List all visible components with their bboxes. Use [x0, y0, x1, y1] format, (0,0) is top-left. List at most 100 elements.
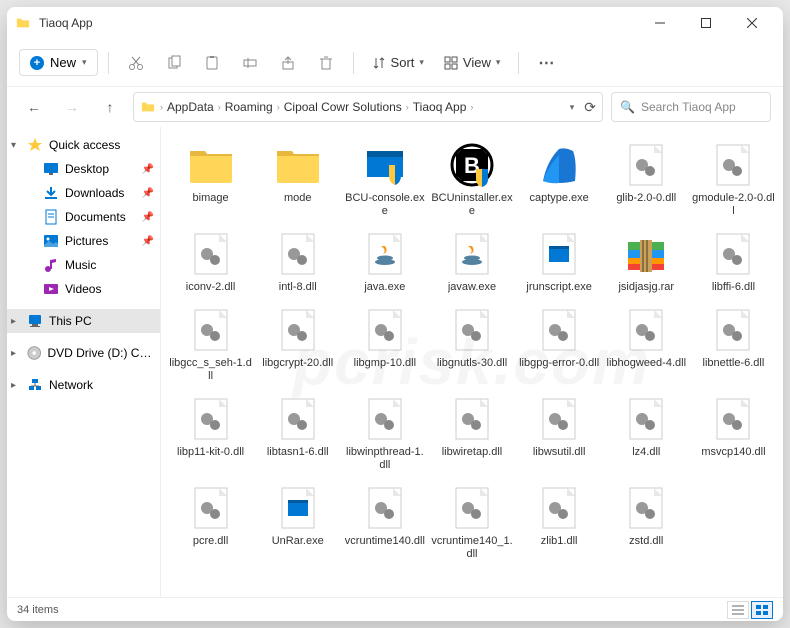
dll-icon — [448, 484, 496, 532]
rar-icon — [622, 230, 670, 278]
view-button[interactable]: View ▾ — [436, 50, 508, 75]
addressbar: ← → ↑ › AppData› Roaming› Cipoal Cowr So… — [7, 87, 783, 127]
file-item[interactable]: vcruntime140.dll — [341, 478, 428, 567]
sidebar-network[interactable]: ▸ Network — [7, 373, 160, 397]
search-icon: 🔍 — [620, 100, 635, 114]
sidebar-item-music[interactable]: Music — [7, 253, 160, 277]
paste-button[interactable] — [195, 47, 229, 79]
file-item[interactable]: bimage — [167, 135, 254, 224]
file-item[interactable]: vcruntime140_1.dll — [428, 478, 515, 567]
file-item[interactable]: lz4.dll — [603, 389, 690, 478]
generic-exe-icon — [535, 230, 583, 278]
file-item[interactable]: libwinpthread-1.dll — [341, 389, 428, 478]
chevron-down-icon[interactable]: ▾ — [570, 102, 575, 113]
file-item[interactable]: BCUninstaller.exe — [428, 135, 515, 224]
crumb[interactable]: Roaming — [225, 100, 273, 114]
search-input[interactable]: 🔍 Search Tiaoq App — [611, 92, 771, 122]
file-item[interactable]: libp11-kit-0.dll — [167, 389, 254, 478]
videos-icon — [43, 281, 59, 297]
sidebar-this-pc[interactable]: ▸ This PC — [7, 309, 160, 333]
chevron-right-icon: ▸ — [11, 348, 16, 359]
file-item[interactable]: libgmp-10.dll — [341, 300, 428, 389]
file-label: intl-8.dll — [279, 281, 317, 294]
file-label: libgnutls-30.dll — [437, 357, 507, 370]
file-item[interactable]: zlib1.dll — [516, 478, 603, 567]
dll-icon — [187, 306, 235, 354]
up-button[interactable]: ↑ — [95, 92, 125, 122]
file-label: jrunscript.exe — [526, 281, 591, 294]
dll-icon — [535, 306, 583, 354]
new-button[interactable]: + New ▾ — [19, 49, 98, 76]
network-icon — [27, 377, 43, 393]
pin-icon: 📌 — [142, 164, 154, 175]
more-button[interactable]: ⋯ — [529, 47, 563, 79]
share-button[interactable] — [271, 47, 305, 79]
breadcrumb[interactable]: › AppData› Roaming› Cipoal Cowr Solution… — [133, 92, 603, 122]
file-item[interactable]: libgnutls-30.dll — [428, 300, 515, 389]
folder-icon — [274, 141, 322, 189]
file-label: mode — [284, 192, 312, 205]
file-label: bimage — [193, 192, 229, 205]
close-button[interactable] — [729, 7, 775, 39]
details-view-button[interactable] — [727, 601, 749, 619]
file-item[interactable]: libffi-6.dll — [690, 224, 777, 300]
file-item[interactable]: zstd.dll — [603, 478, 690, 567]
forward-button[interactable]: → — [57, 92, 87, 122]
file-item[interactable]: libtasn1-6.dll — [254, 389, 341, 478]
sidebar-dvd[interactable]: ▸ DVD Drive (D:) CCCC — [7, 341, 160, 365]
rename-button[interactable] — [233, 47, 267, 79]
file-item[interactable]: intl-8.dll — [254, 224, 341, 300]
file-item[interactable]: libhogweed-4.dll — [603, 300, 690, 389]
file-item[interactable]: jsidjasjg.rar — [603, 224, 690, 300]
chevron-right-icon: ▸ — [11, 316, 16, 327]
file-item[interactable]: UnRar.exe — [254, 478, 341, 567]
file-item[interactable]: iconv-2.dll — [167, 224, 254, 300]
dll-icon — [361, 484, 409, 532]
file-label: libp11-kit-0.dll — [177, 446, 244, 459]
dll-icon — [448, 395, 496, 443]
refresh-button[interactable]: ⟳ — [584, 99, 596, 116]
file-item[interactable]: java.exe — [341, 224, 428, 300]
crumb[interactable]: Cipoal Cowr Solutions — [284, 100, 402, 114]
cut-button[interactable] — [119, 47, 153, 79]
pictures-icon — [43, 233, 59, 249]
sidebar-quick-access[interactable]: ▾ Quick access — [7, 133, 160, 157]
file-item[interactable]: libgcrypt-20.dll — [254, 300, 341, 389]
sidebar-item-desktop[interactable]: Desktop📌 — [7, 157, 160, 181]
file-item[interactable]: mode — [254, 135, 341, 224]
copy-button[interactable] — [157, 47, 191, 79]
file-item[interactable]: pcre.dll — [167, 478, 254, 567]
java-icon — [448, 230, 496, 278]
sidebar-item-documents[interactable]: Documents📌 — [7, 205, 160, 229]
crumb[interactable]: Tiaoq App — [413, 100, 467, 114]
file-item[interactable]: glib-2.0-0.dll — [603, 135, 690, 224]
file-item[interactable]: libnettle-6.dll — [690, 300, 777, 389]
file-explorer-window: Tiaoq App + New ▾ Sort ▾ View ▾ — [7, 7, 783, 621]
file-item[interactable]: BCU-console.exe — [341, 135, 428, 224]
sidebar: ▾ Quick access Desktop📌Downloads📌Documen… — [7, 127, 161, 597]
dll-icon — [448, 306, 496, 354]
sort-button[interactable]: Sort ▾ — [364, 50, 432, 75]
file-item[interactable]: libgpg-error-0.dll — [516, 300, 603, 389]
file-item[interactable]: captype.exe — [516, 135, 603, 224]
file-item[interactable]: javaw.exe — [428, 224, 515, 300]
file-label: libgmp-10.dll — [354, 357, 416, 370]
sidebar-item-pictures[interactable]: Pictures📌 — [7, 229, 160, 253]
sidebar-item-videos[interactable]: Videos — [7, 277, 160, 301]
minimize-button[interactable] — [637, 7, 683, 39]
file-item[interactable]: libwiretap.dll — [428, 389, 515, 478]
file-item[interactable]: libgcc_s_seh-1.dll — [167, 300, 254, 389]
chevron-down-icon: ▾ — [419, 57, 424, 68]
sidebar-item-downloads[interactable]: Downloads📌 — [7, 181, 160, 205]
maximize-button[interactable] — [683, 7, 729, 39]
file-item[interactable]: jrunscript.exe — [516, 224, 603, 300]
file-item[interactable]: libwsutil.dll — [516, 389, 603, 478]
file-label: java.exe — [364, 281, 405, 294]
delete-button[interactable] — [309, 47, 343, 79]
crumb[interactable]: AppData — [167, 100, 214, 114]
icons-view-button[interactable] — [751, 601, 773, 619]
file-item[interactable]: msvcp140.dll — [690, 389, 777, 478]
file-label: vcruntime140.dll — [345, 535, 425, 548]
file-item[interactable]: gmodule-2.0-0.dll — [690, 135, 777, 224]
back-button[interactable]: ← — [19, 92, 49, 122]
